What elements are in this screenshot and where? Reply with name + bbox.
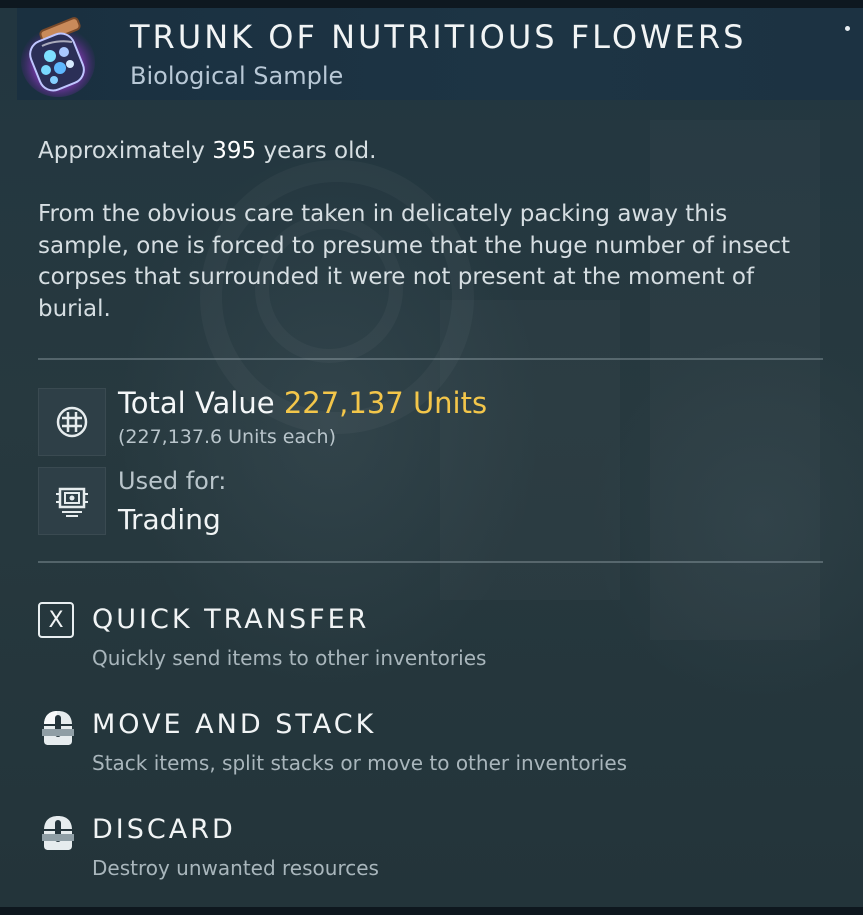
used-for-label: Used for: [118,467,227,495]
age-value: 395 [212,138,257,164]
x-key-label: X [38,602,74,638]
move-and-stack-action[interactable]: MOVE AND STACK Stack items, split stacks… [38,707,838,787]
panel-top-edge [0,0,863,8]
mouse-left-click-icon [38,707,78,747]
section-divider [38,358,823,360]
total-value-amount: 227,137 Units [283,386,488,420]
corner-dot-marker [845,26,850,31]
quick-transfer-label: QUICK TRANSFER [92,604,370,635]
item-description: From the obvious care taken in delicatel… [38,201,791,322]
quick-transfer-description: Quickly send items to other inventories [92,646,487,670]
item-title: TRUNK OF NUTRITIOUS FLOWERS [130,18,747,56]
quick-transfer-action[interactable]: X QUICK TRANSFER Quickly send items to o… [38,602,838,682]
age-suffix: years old. [256,138,377,164]
item-age: Approximately 395 years old. [38,136,798,168]
flower-jar-icon [20,16,96,98]
discard-action[interactable]: DISCARD Destroy unwanted resources [38,812,838,892]
item-tooltip-panel: TRUNK OF NUTRITIOUS FLOWERS Biological S… [0,0,863,915]
total-value: Total Value 227,137 Units [118,386,487,420]
move-and-stack-label: MOVE AND STACK [92,709,377,740]
units-currency-icon [38,388,106,456]
trade-chip-icon [38,467,106,535]
used-for-value: Trading [118,503,221,536]
discard-description: Destroy unwanted resources [92,856,379,880]
total-value-label: Total Value [118,386,284,420]
panel-bottom-edge [0,907,863,915]
background-panel-decoration [440,300,620,600]
section-divider [38,561,823,563]
unit-price: (227,137.6 Units each) [118,426,336,448]
age-prefix: Approximately [38,138,213,164]
discard-label: DISCARD [92,814,236,845]
x-key-icon: X [38,602,78,642]
move-and-stack-description: Stack items, split stacks or move to oth… [92,751,628,775]
item-category: Biological Sample [130,62,344,90]
mouse-hold-icon [38,812,78,852]
